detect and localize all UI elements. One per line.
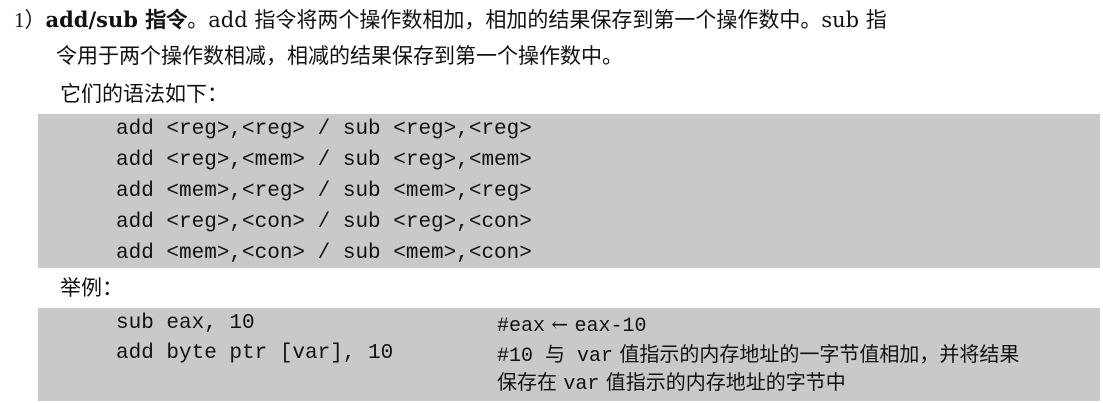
comment-part: 保存在 — [497, 370, 564, 394]
section-heading: add/sub 指令 — [45, 7, 188, 32]
document-page: 1）add/sub 指令。add 指令将两个操作数相加，相加的结果保存到第一个操… — [0, 0, 1103, 403]
syntax-line: add <reg>,<mem> / sub <reg>,<mem> — [116, 149, 532, 172]
left-arrow-icon: ← — [551, 312, 569, 336]
syntax-code-block: add <reg>,<reg> / sub <reg>,<reg> add <r… — [38, 114, 1100, 268]
comment-var: var — [577, 345, 614, 368]
example-code-block: sub eax, 10 #eax ← eax-10 add byte ptr [… — [38, 308, 1100, 401]
syntax-line: add <mem>,<con> / sub <mem>,<con> — [116, 242, 532, 265]
example-comment: #eax ← eax-10 — [497, 310, 647, 341]
example-comment-continuation: 保存在 var 值指示的内存地址的字节中 — [497, 368, 846, 399]
item-number: 1） — [14, 8, 46, 32]
comment-register: #eax — [497, 315, 546, 338]
comment-part: 值指示的内存地址的一字节值相加，并将结果 — [613, 342, 1020, 366]
syntax-intro: 它们的语法如下： — [60, 82, 228, 106]
comment-expression: eax-10 — [574, 315, 647, 338]
example-code: sub eax, 10 — [116, 312, 255, 335]
paragraph-line-2: 令用于两个操作数相减，相减的结果保存到第一个操作数中。 — [56, 44, 623, 68]
paragraph-line-1-text: 。add 指令将两个操作数相加，相加的结果保存到第一个操作数中。sub 指 — [187, 8, 887, 32]
comment-var: var — [563, 373, 600, 396]
syntax-line: add <reg>,<con> / sub <reg>,<con> — [116, 211, 532, 234]
comment-part: #10 与 — [497, 345, 578, 368]
syntax-line: add <mem>,<reg> / sub <mem>,<reg> — [116, 180, 532, 203]
example-code: add byte ptr [var], 10 — [116, 342, 394, 365]
paragraph-line-1: 1）add/sub 指令。add 指令将两个操作数相加，相加的结果保存到第一个操… — [14, 6, 887, 34]
syntax-line: add <reg>,<reg> / sub <reg>,<reg> — [116, 118, 532, 141]
example-comment: #10 与 var 值指示的内存地址的一字节值相加，并将结果 — [497, 340, 1019, 371]
example-label: 举例： — [60, 276, 123, 300]
comment-part: 值指示的内存地址的字节中 — [599, 370, 846, 394]
